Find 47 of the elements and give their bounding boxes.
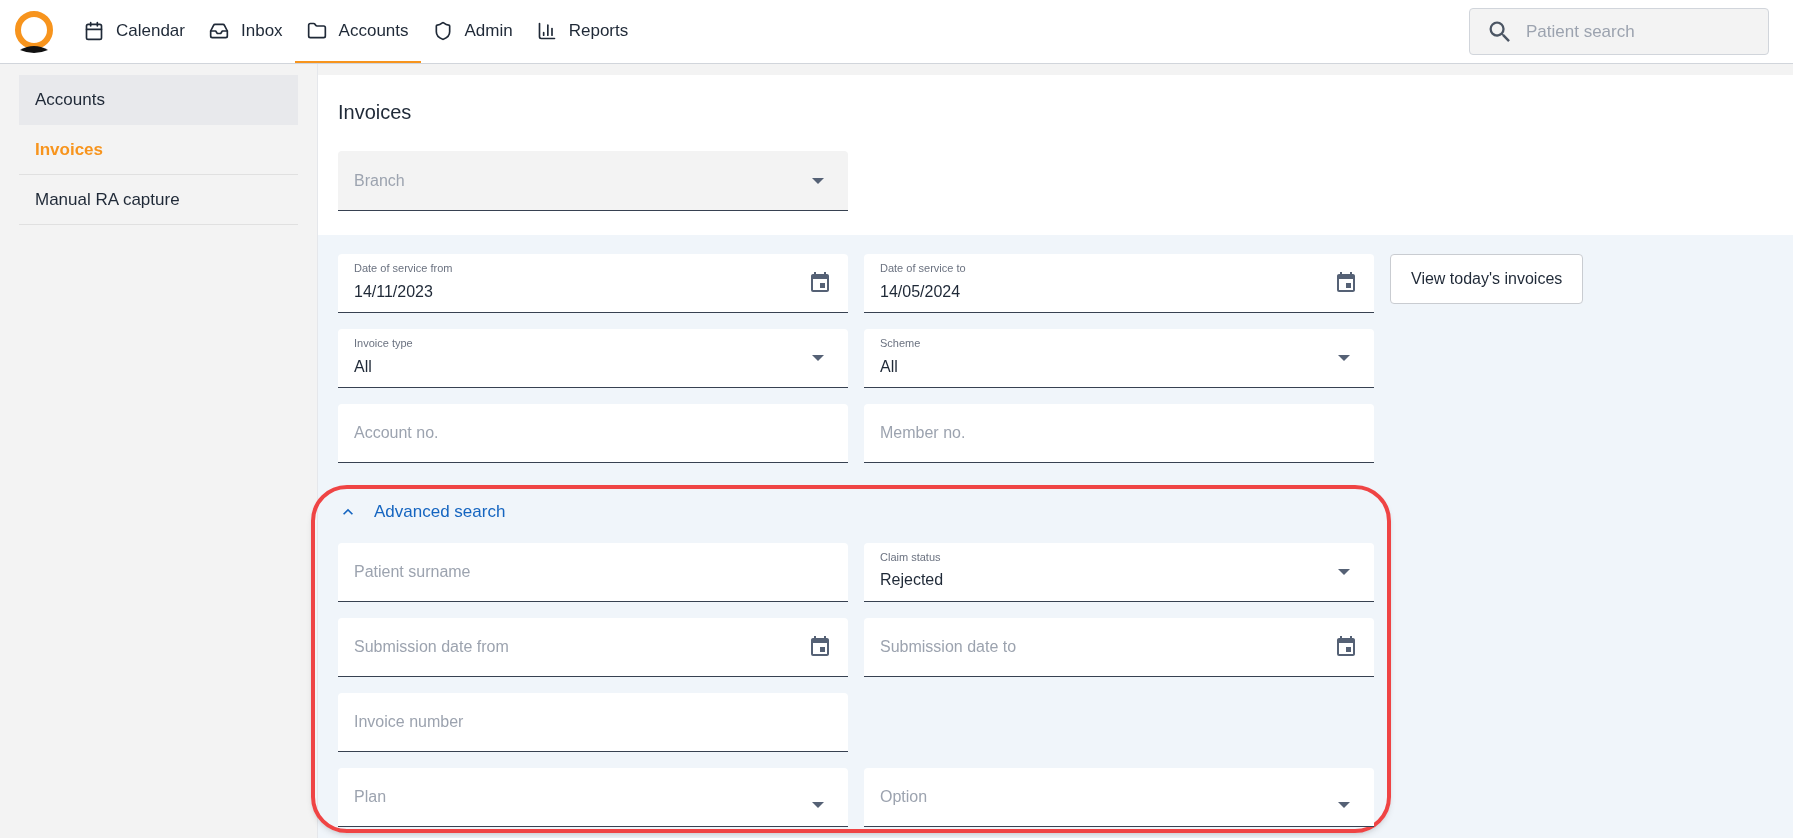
field-label: Date of service to (880, 262, 967, 276)
field-value: All (354, 356, 373, 377)
select-field[interactable]: Invoice type All (338, 329, 848, 388)
select-field[interactable]: Scheme All (864, 329, 1374, 388)
field-value: Rejected (880, 570, 945, 591)
field-value: 14/05/2024 (880, 281, 962, 302)
advanced-search-toggle[interactable]: Advanced search (338, 499, 506, 525)
dropdown-caret-icon (1338, 801, 1350, 808)
field-value: All (880, 356, 899, 377)
logo-icon (12, 9, 56, 54)
calendar-icon (1334, 634, 1358, 659)
calendar-icon (808, 271, 832, 295)
page-title: Invoices (338, 100, 413, 125)
field-placeholder: Option (880, 786, 929, 807)
sidebar-item[interactable]: Manual RA capture (19, 175, 298, 225)
dropdown-caret-icon (1338, 568, 1350, 575)
field-placeholder: Submission date to (880, 636, 1018, 657)
nav-tab[interactable]: Accounts (294, 0, 421, 63)
nav-tab[interactable]: Reports (524, 0, 641, 63)
field-label: Invoice type (354, 337, 414, 351)
field-placeholder: Member no. (880, 423, 967, 443)
field-placeholder: Submission date from (354, 636, 510, 657)
calendar-icon (84, 20, 104, 41)
select-field[interactable]: Claim status Rejected (864, 542, 1374, 602)
sidebar-header[interactable]: Accounts (19, 75, 298, 125)
nav-tab[interactable]: Calendar (72, 0, 197, 63)
field-label: Date of service from (354, 262, 454, 276)
dropdown-caret-icon (1338, 355, 1350, 361)
calendar-icon (1334, 271, 1358, 295)
field-placeholder: Invoice number (354, 711, 465, 732)
view-invoices-button[interactable]: View today's invoices (1390, 254, 1584, 304)
dropdown-caret-icon (812, 177, 824, 184)
date-field[interactable]: Date of service to 14/05/2024 (864, 254, 1374, 313)
bar-chart-icon (536, 20, 557, 41)
dropdown-caret-icon (812, 355, 824, 361)
field-label: Scheme (880, 337, 922, 351)
field-placeholder: Plan (354, 786, 388, 807)
field-label: Claim status (880, 550, 942, 565)
field-value: 14/11/2023 (354, 281, 434, 302)
nav-tab[interactable]: Inbox (197, 0, 295, 63)
calendar-icon (808, 634, 832, 659)
field-placeholder: Account no. (354, 423, 440, 443)
dropdown-caret-icon (812, 801, 824, 808)
field-placeholder: Patient surname (354, 561, 472, 582)
date-field[interactable]: Date of service from 14/11/2023 (338, 254, 848, 313)
folder-icon (306, 20, 327, 41)
nav-tab[interactable]: Admin (420, 0, 525, 63)
